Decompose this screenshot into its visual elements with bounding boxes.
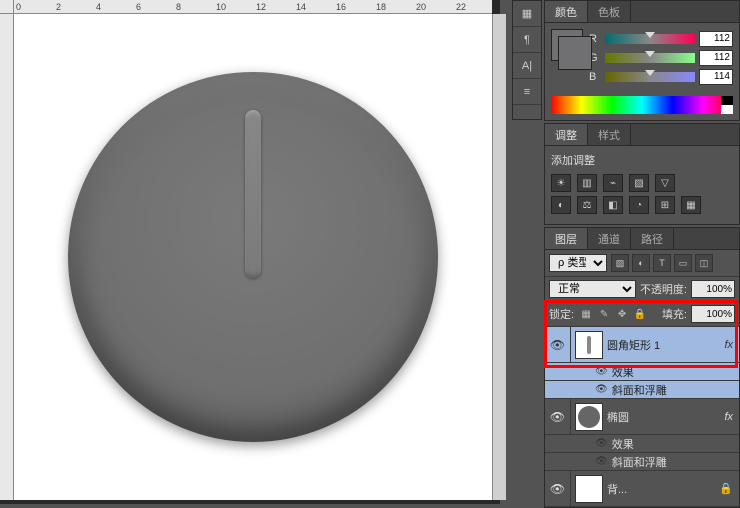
ruler-tick: 22 [456,2,466,12]
dock-button-2[interactable]: ¶ [513,27,541,53]
collapsed-panel-dock: ▦ ¶ A| ≡ [512,0,542,120]
lookup-icon[interactable]: ▦ [681,196,701,214]
b-label: B [589,71,601,83]
tab-swatches[interactable]: 色板 [588,1,631,22]
fill-input[interactable] [691,305,735,323]
color-panel: 颜色 色板 R G B [544,0,740,121]
layer-background[interactable]: 👁 背... 🔒 [545,471,739,507]
fx-bevel-row[interactable]: 👁斜面和浮雕 [545,453,739,471]
dock-button-4[interactable]: ≡ [513,79,541,105]
ruler-tick: 14 [296,2,306,12]
lock-label: 锁定: [549,306,574,322]
g-input[interactable] [699,50,733,66]
layer-rounded-rect[interactable]: 👁 圆角矩形 1 fx [545,327,739,363]
lock-icon: 🔒 [719,482,733,495]
tab-channels[interactable]: 通道 [588,228,631,249]
opacity-label: 不透明度: [640,281,687,297]
visibility-eye-icon[interactable]: 👁 [550,338,565,352]
lock-all-icon[interactable]: 🔒 [632,306,648,322]
fx-bevel-row[interactable]: 👁斜面和浮雕 [545,381,739,399]
fill-label: 填充: [662,306,687,322]
filter-adjust-icon[interactable]: ◐ [632,254,650,272]
dial-indicator [245,110,261,278]
visibility-eye-icon[interactable]: 👁 [550,482,565,496]
dock-button-3[interactable]: A| [513,53,541,79]
bw-icon[interactable]: ◧ [603,196,623,214]
document-window: 0 2 4 6 8 10 12 14 16 18 20 22 [0,0,500,504]
layer-list: 👁 圆角矩形 1 fx 👁效果 👁斜面和浮雕 👁 椭圆 fx 👁效果 👁斜面和浮… [545,327,739,507]
ruler-tick: 10 [216,2,226,12]
layer-name[interactable]: 椭圆 [607,409,724,425]
layer-name[interactable]: 背... [607,481,719,497]
tab-color[interactable]: 颜色 [545,1,588,22]
horizontal-ruler[interactable]: 0 2 4 6 8 10 12 14 16 18 20 22 [14,0,492,14]
filter-type-icon[interactable]: T [653,254,671,272]
layer-thumbnail[interactable] [575,475,603,503]
filter-shape-icon[interactable]: ▭ [674,254,692,272]
mixer-icon[interactable]: ⊞ [655,196,675,214]
lock-transparent-icon[interactable]: ▦ [578,306,594,322]
blend-mode-select[interactable]: 正常 [549,280,636,298]
levels-icon[interactable]: ▥ [577,174,597,192]
b-input[interactable] [699,69,733,85]
tab-adjustments[interactable]: 调整 [545,124,588,145]
layers-panel: 图层 通道 路径 ρ 类型 ▧ ◐ T ▭ ◫ 正常 不透明度: 锁 [544,227,740,508]
hue-icon[interactable]: ◐ [551,196,571,214]
color-spectrum[interactable] [551,96,733,114]
ruler-tick: 8 [176,2,181,12]
fx-badge[interactable]: fx [724,411,733,423]
ruler-tick: 18 [376,2,386,12]
tab-styles[interactable]: 样式 [588,124,631,145]
vertical-scrollbar[interactable] [492,14,506,500]
layer-name[interactable]: 圆角矩形 1 [607,337,724,353]
ruler-tick: 6 [136,2,141,12]
ruler-tick: 20 [416,2,426,12]
fx-badge[interactable]: fx [724,339,733,351]
tab-layers[interactable]: 图层 [545,228,588,249]
artwork-dial [68,72,438,442]
panel-column: 颜色 色板 R G B [544,0,740,504]
ruler-origin[interactable] [0,0,14,14]
exposure-icon[interactable]: ▨ [629,174,649,192]
adjust-title: 添加调整 [551,152,733,168]
b-slider[interactable] [605,72,695,82]
layer-ellipse[interactable]: 👁 椭圆 fx [545,399,739,435]
tab-paths[interactable]: 路径 [631,228,674,249]
layer-thumbnail[interactable] [575,331,603,359]
filter-pixel-icon[interactable]: ▧ [611,254,629,272]
adjustments-panel: 调整 样式 添加调整 ☀ ▥ ⌁ ▨ ▽ ◐ ⚖ ◧ ◔ ⊞ ▦ [544,123,740,225]
ruler-tick: 4 [96,2,101,12]
opacity-input[interactable] [691,280,735,298]
ruler-tick: 16 [336,2,346,12]
ruler-tick: 12 [256,2,266,12]
r-input[interactable] [699,31,733,47]
brightness-icon[interactable]: ☀ [551,174,571,192]
curves-icon[interactable]: ⌁ [603,174,623,192]
dial-ellipse [68,72,438,442]
canvas[interactable] [14,14,492,500]
layer-thumbnail[interactable] [575,403,603,431]
lock-position-icon[interactable]: ✥ [614,306,630,322]
ruler-tick: 2 [56,2,61,12]
balance-icon[interactable]: ⚖ [577,196,597,214]
fx-effects-row[interactable]: 👁效果 [545,363,739,381]
vertical-ruler[interactable] [0,14,14,500]
ruler-tick: 0 [16,2,21,12]
lock-paint-icon[interactable]: ✎ [596,306,612,322]
dock-button-1[interactable]: ▦ [513,1,541,27]
g-slider[interactable] [605,53,695,63]
visibility-eye-icon[interactable]: 👁 [550,410,565,424]
fx-effects-row[interactable]: 👁效果 [545,435,739,453]
foreground-background-swatch[interactable] [551,29,583,61]
filter-smart-icon[interactable]: ◫ [695,254,713,272]
photo-filter-icon[interactable]: ◔ [629,196,649,214]
r-slider[interactable] [605,34,695,44]
vibrance-icon[interactable]: ▽ [655,174,675,192]
layer-filter-select[interactable]: ρ 类型 [549,254,607,272]
